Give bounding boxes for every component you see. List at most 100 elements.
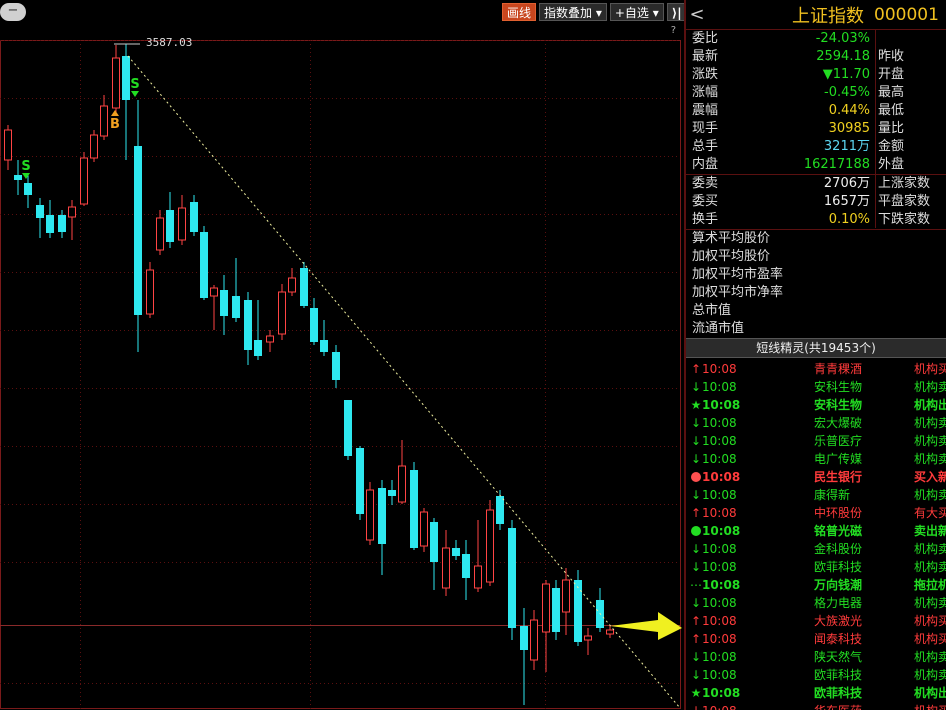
quote-label-secondary: 最低	[878, 103, 905, 118]
sprite-time: 10:08	[702, 614, 737, 628]
sprite-item[interactable]: ↓ 10:08 安科生物 机构卖	[686, 378, 946, 396]
sprite-time: 10:08	[702, 380, 737, 394]
sprite-stock-name[interactable]: 安科生物	[814, 378, 862, 396]
short-term-sprite-header[interactable]: 短线精灵(共19453个)	[686, 338, 946, 358]
sprite-item[interactable]: 10:08 铭普光磁 卖出新	[686, 522, 946, 540]
index-stat-row: 总市值	[692, 303, 732, 318]
sprite-stock-name[interactable]: 铭普光磁	[814, 522, 862, 540]
sprite-stock-name[interactable]: 安科生物	[814, 396, 862, 414]
sprite-item[interactable]: 10:08 民生银行 买入新	[686, 468, 946, 486]
short-term-sprite-list[interactable]: ↑ 10:08 青青稞酒 机构买 ↓ 10:08 安科生物 机构卖 ★ 10:08 安科生物 机构出 ↓…	[686, 360, 946, 710]
sprite-stock-name[interactable]: 康得新	[814, 486, 850, 504]
sprite-stock-name[interactable]: 陕天然气	[814, 648, 862, 666]
quote-row: 委卖 2706万 上涨家数	[686, 175, 946, 193]
sprite-time: 10:08	[702, 488, 737, 502]
sprite-item[interactable]: ↑ 10:08 闻泰科技 机构买	[686, 630, 946, 648]
quote-value: 0.10%	[828, 212, 870, 227]
quote-row: 最新 2594.18 昨收	[686, 48, 946, 66]
quote-value: 2594.18	[816, 49, 870, 64]
quote-row: 总手 3211万 金额	[686, 138, 946, 156]
quote-label-secondary: 开盘	[878, 67, 905, 82]
sprite-stock-name[interactable]: 金科股份	[814, 540, 862, 558]
index-stat-row: 流通市值	[692, 321, 745, 336]
sprite-stock-name[interactable]: 格力电器	[814, 594, 862, 612]
index-overlay-dropdown[interactable]: 指数叠加 ▾	[539, 3, 607, 21]
sprite-item[interactable]: ↑ 10:08 中环股份 有大买	[686, 504, 946, 522]
sprite-event: 拖拉机	[914, 578, 946, 592]
quote-row: 内盘 16217188 外盘	[686, 156, 946, 174]
quote-value: 3211万	[823, 139, 870, 154]
candle-body-down	[36, 205, 44, 218]
sprite-stock-name[interactable]: 万向钱潮	[814, 576, 862, 594]
sprite-item[interactable]: ★ 10:08 欧菲科技 机构出	[686, 684, 946, 702]
quote-label: 涨跌	[692, 67, 719, 82]
sprite-item[interactable]: ↓ 10:08 陕天然气 机构卖	[686, 648, 946, 666]
candle-body-down	[244, 300, 252, 350]
add-watchlist-dropdown[interactable]: +自选 ▾	[609, 3, 664, 21]
sprite-item[interactable]: ↓ 10:08 乐普医疗 机构卖	[686, 432, 946, 450]
sprite-stock-name[interactable]: 乐普医疗	[814, 432, 862, 450]
signal-icon: ↓	[690, 668, 702, 682]
sprite-time: 10:08	[702, 650, 737, 664]
help-icon[interactable]: ?	[671, 25, 676, 36]
sprite-item[interactable]: ⋯ 10:08 万向钱潮 拖拉机	[686, 576, 946, 594]
chart-toolbar: 画线 指数叠加 ▾ +自选 ▾ ⟩|	[499, 3, 687, 21]
candle-body-down	[46, 215, 54, 233]
kline-chart-pane[interactable]: S B S − 画线 指数叠加 ▾ +自选 ▾ ⟩| ? 3587.03	[0, 0, 687, 710]
sprite-time: 10:08	[702, 596, 737, 610]
draw-line-button[interactable]: 画线	[502, 3, 537, 21]
quote-label: 最新	[692, 49, 719, 64]
sprite-time: 10:08	[702, 524, 741, 538]
sprite-item[interactable]: ↓ 10:08 宏大爆破 机构卖	[686, 414, 946, 432]
sprite-time: 10:08	[702, 470, 741, 484]
sprite-stock-name[interactable]: 欧菲科技	[814, 558, 862, 576]
sprite-stock-name[interactable]: 民生银行	[814, 468, 862, 486]
sprite-time: 10:08	[702, 506, 737, 520]
sprite-item[interactable]: ↓10:08 华东医药 机构买	[686, 702, 946, 710]
sprite-item[interactable]: ↓ 10:08 电广传媒 机构卖	[686, 450, 946, 468]
back-arrow-icon[interactable]: <	[686, 4, 708, 25]
quote-value: ▼11.70	[822, 67, 870, 82]
signal-icon: ↑	[690, 632, 702, 646]
signal-icon: ⋯	[690, 578, 702, 592]
index-stat-row: 加权平均股价	[692, 249, 771, 264]
sprite-time: 10:08	[702, 452, 737, 466]
sprite-stock-name[interactable]: 电广传媒	[814, 450, 862, 468]
sprite-time: 10:08	[702, 416, 737, 430]
candle-body-up	[80, 157, 88, 205]
sprite-item[interactable]: ↓ 10:08 金科股份 机构卖	[686, 540, 946, 558]
sprite-stock-name[interactable]: 欧菲科技	[814, 666, 862, 684]
sprite-item[interactable]: ↑ 10:08 青青稞酒 机构买	[686, 360, 946, 378]
sprite-item[interactable]: ↓ 10:08 欧菲科技 机构卖	[686, 558, 946, 576]
quote-label-secondary: 金额	[878, 139, 905, 154]
sprite-stock-name[interactable]: 宏大爆破	[814, 414, 862, 432]
sprite-stock-name[interactable]: 中环股份	[814, 504, 862, 522]
quote-stats-mid: 委卖 2706万 上涨家数 委买 1657万 平盘家数 换手 0.10% 下跌家数	[686, 175, 946, 229]
quote-label: 总手	[692, 139, 719, 154]
sell-signal-arrow	[22, 173, 30, 179]
sprite-item[interactable]: ↓ 10:08 康得新 机构卖	[686, 486, 946, 504]
quote-value: 30985	[828, 121, 870, 136]
candle-body-up	[112, 57, 120, 109]
sprite-item[interactable]: ★ 10:08 安科生物 机构出	[686, 396, 946, 414]
sprite-item[interactable]: ↑ 10:08 大族激光 机构买	[686, 612, 946, 630]
sprite-stock-name[interactable]: 欧菲科技	[814, 684, 862, 702]
sprite-item[interactable]: ↓ 10:08 欧菲科技 机构卖	[686, 666, 946, 684]
signal-icon: ↓	[690, 434, 702, 448]
quote-row: 现手 30985 量比	[686, 120, 946, 138]
sprite-stock-name[interactable]: 闻泰科技	[814, 630, 862, 648]
sprite-time: 10:08	[702, 362, 737, 376]
sprite-event: 机构卖	[914, 380, 946, 394]
candle-body-up	[210, 287, 218, 297]
sprite-stock-name[interactable]: 大族激光	[814, 612, 862, 630]
quote-label: 委买	[692, 194, 719, 209]
sprite-item[interactable]: ↓ 10:08 格力电器 机构卖	[686, 594, 946, 612]
candlestick-chart[interactable]: S B S	[0, 0, 682, 710]
sprite-stock-name[interactable]: 青青稞酒	[814, 360, 862, 378]
collapse-toggle-button[interactable]: −	[0, 3, 26, 21]
sprite-event: 机构卖	[914, 542, 946, 556]
sprite-stock-name[interactable]: 华东医药	[814, 702, 862, 710]
index-code: 000001	[874, 4, 939, 25]
quote-label-secondary: 上涨家数	[878, 176, 931, 191]
signal-icon: ↓	[690, 702, 702, 710]
